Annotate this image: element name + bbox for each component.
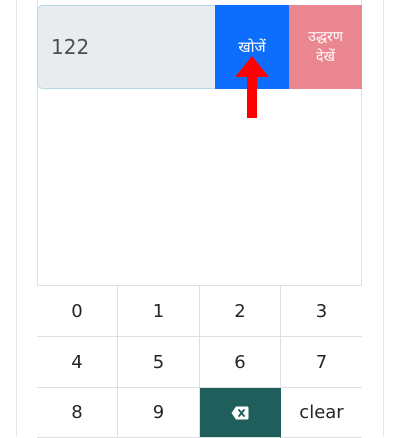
view-quotes-label-line1: उद्धरण	[308, 29, 343, 45]
key-3[interactable]: 3	[281, 286, 362, 337]
red-arrow-annotation	[235, 56, 269, 118]
key-4[interactable]: 4	[37, 337, 118, 388]
number-keypad: 0 1 2 3 4 5 6 7 8 9 clear	[37, 285, 362, 438]
number-input[interactable]	[37, 5, 215, 89]
view-quotes-label-line2: देखें	[316, 49, 335, 65]
key-1[interactable]: 1	[118, 286, 200, 337]
backspace-key[interactable]	[200, 388, 281, 438]
key-9[interactable]: 9	[118, 388, 200, 438]
key-5[interactable]: 5	[118, 337, 200, 388]
view-quotes-button[interactable]: उद्धरण देखें	[289, 5, 362, 89]
search-button-label: खोजें	[238, 38, 266, 56]
key-7[interactable]: 7	[281, 337, 362, 388]
backspace-icon	[231, 406, 249, 419]
clear-key[interactable]: clear	[281, 388, 362, 438]
key-8[interactable]: 8	[37, 388, 118, 438]
key-2[interactable]: 2	[200, 286, 281, 337]
key-6[interactable]: 6	[200, 337, 281, 388]
key-0[interactable]: 0	[37, 286, 118, 337]
search-row: खोजें उद्धरण देखें	[37, 5, 362, 89]
